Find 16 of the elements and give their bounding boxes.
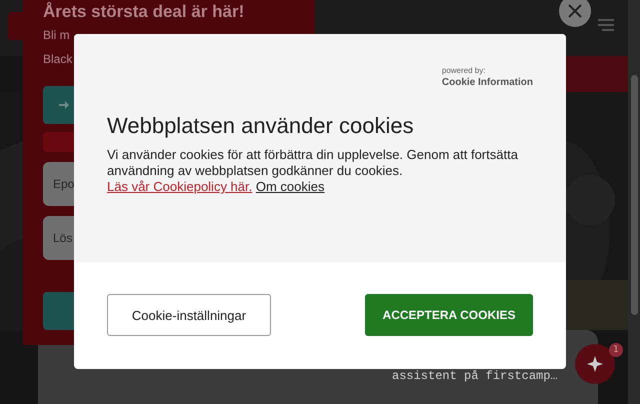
close-icon <box>568 4 582 18</box>
powered-by-label: powered by: <box>442 66 486 75</box>
cookie-settings-button[interactable]: Cookie-inställningar <box>107 294 271 336</box>
promo-title: Årets största deal är här! <box>43 2 246 22</box>
promo-text: Bli m <box>43 27 70 44</box>
promo-text: Black <box>43 51 72 68</box>
dialog-title: Webbplatsen använder cookies <box>107 113 415 139</box>
scrollbar[interactable] <box>628 0 640 404</box>
about-cookies-link[interactable]: Om cookies <box>256 179 325 194</box>
accept-cookies-button[interactable]: ACCEPTERA COOKIES <box>365 294 533 336</box>
chat-message: assistent på firstcamp… <box>392 370 558 383</box>
cookie-policy-link[interactable]: Läs vår Cookiepolicy här. <box>107 179 252 194</box>
cookie-notice: Vi använder cookies för att förbättra din upplevelse. Genom att fortsätta användning av webbplatsen godkänner du cookies. Läs vår Cookiepolicy här. Om cookies <box>107 147 519 195</box>
login-icon <box>59 100 70 110</box>
sparkle-icon <box>587 356 603 372</box>
provider-name: Cookie Information <box>442 77 533 88</box>
